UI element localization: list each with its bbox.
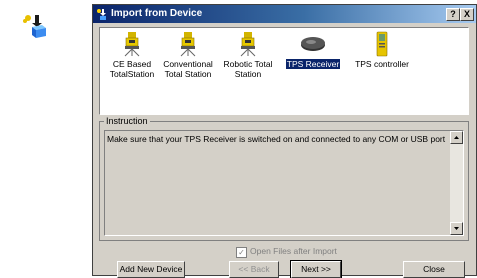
open-files-checkbox-row: ✓ Open Files after Import <box>236 246 337 258</box>
import-app-icon[interactable] <box>22 12 48 40</box>
window-title: Import from Device <box>111 8 203 19</box>
import-icon <box>96 8 108 20</box>
arrow-up-icon <box>454 136 459 139</box>
add-new-device-button[interactable]: Add New Device <box>117 261 185 278</box>
total-station-icon <box>124 32 140 57</box>
arrow-down-icon <box>454 227 459 230</box>
tps-controller-icon <box>376 31 388 57</box>
open-files-label: Open Files after Import <box>250 246 337 256</box>
back-button[interactable]: << Back <box>229 261 279 278</box>
device-label: Conventional Total Station <box>163 59 213 79</box>
device-label: TPS Receiver <box>285 59 341 69</box>
device-label: TPS controller <box>355 59 409 69</box>
robotic-total-station-icon <box>240 32 256 57</box>
instruction-textbox[interactable]: Make sure that your TPS Receiver is swit… <box>104 130 464 236</box>
next-button[interactable]: Next >> <box>290 260 342 278</box>
open-files-checkbox[interactable]: ✓ <box>236 247 247 258</box>
total-station-icon <box>180 32 196 57</box>
scroll-down-button[interactable] <box>450 222 463 235</box>
device-ce-based-total-station[interactable]: CE Based TotalStation <box>104 31 160 79</box>
help-button[interactable]: ? <box>446 8 460 21</box>
tps-receiver-icon <box>301 37 325 51</box>
device-list: CE Based TotalStation Conventional Total… <box>99 27 469 115</box>
instruction-legend: Instruction <box>104 116 150 126</box>
title-bar[interactable]: Import from Device ? X <box>93 5 476 23</box>
close-window-button[interactable]: X <box>460 8 474 21</box>
device-conventional-total-station[interactable]: Conventional Total Station <box>160 31 216 79</box>
instruction-text: Make sure that your TPS Receiver is swit… <box>107 134 446 144</box>
device-tps-controller[interactable]: TPS controller <box>352 31 412 69</box>
close-button[interactable]: Close <box>403 261 465 278</box>
device-label: CE Based TotalStation <box>109 59 155 79</box>
scroll-up-button[interactable] <box>450 131 463 144</box>
device-robotic-total-station[interactable]: Robotic Total Station <box>220 31 276 79</box>
import-dialog: Import from Device ? X CE Based TotalSta… <box>92 4 477 278</box>
instruction-scrollbar[interactable] <box>450 131 463 235</box>
device-label: Robotic Total Station <box>223 59 273 79</box>
instruction-group: Instruction Make sure that your TPS Rece… <box>99 116 469 241</box>
device-tps-receiver[interactable]: TPS Receiver <box>282 31 344 69</box>
